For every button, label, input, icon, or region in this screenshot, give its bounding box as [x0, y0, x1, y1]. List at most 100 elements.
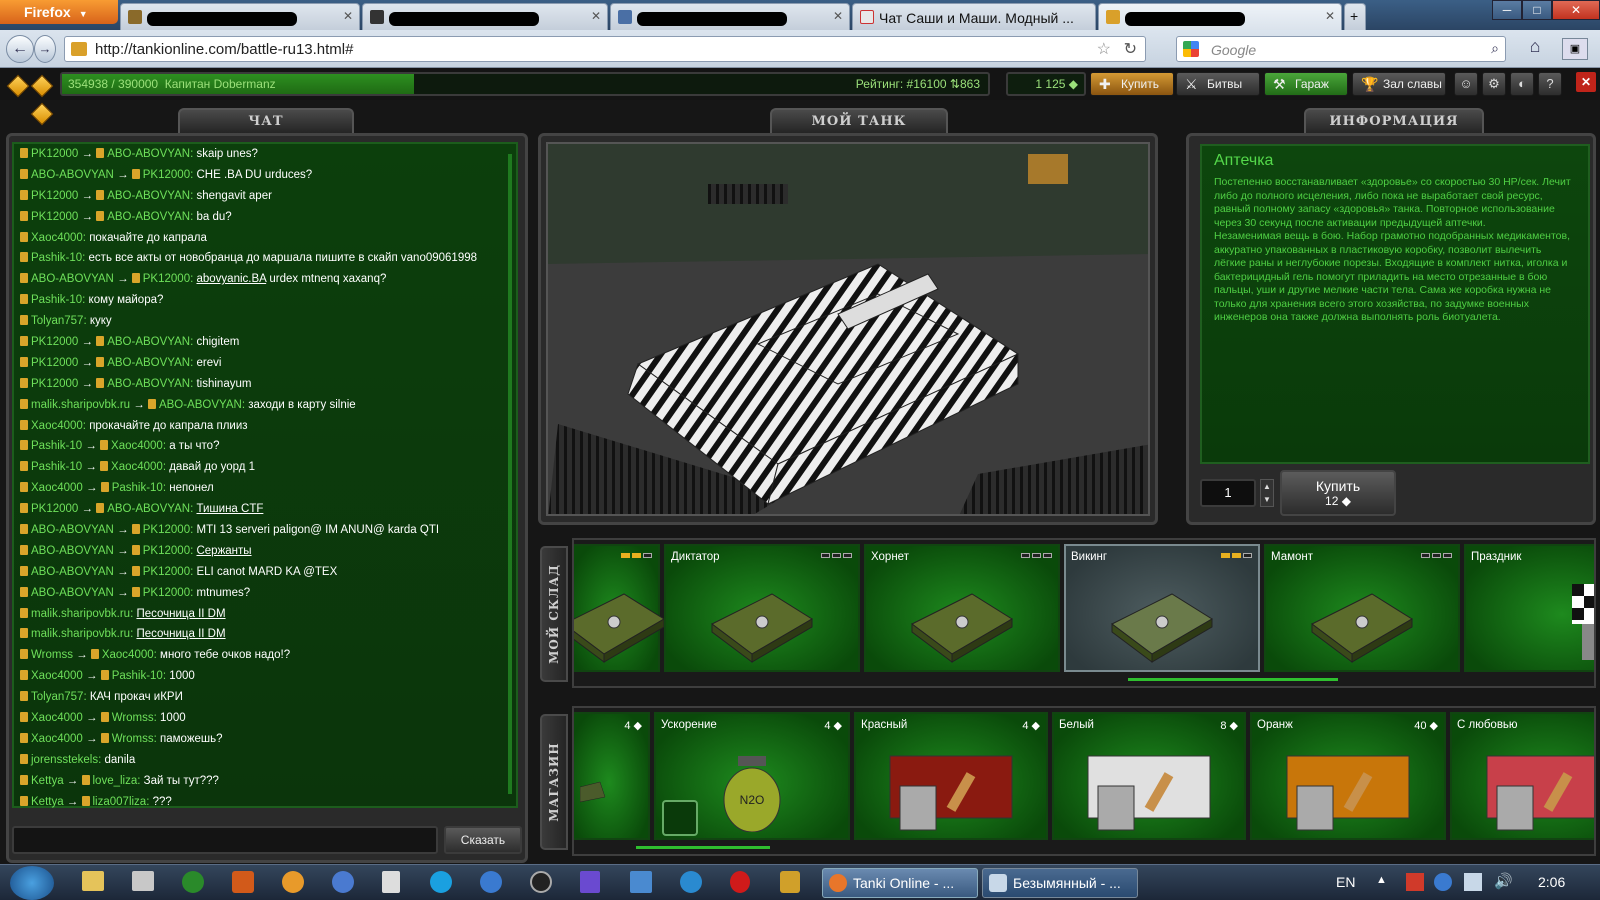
buy-crystals-button[interactable]: ✚ Купить — [1090, 72, 1174, 96]
chat-sender[interactable]: Xaoc4000 — [31, 482, 83, 494]
opera-icon[interactable] — [730, 871, 750, 893]
garage-button[interactable]: ⚒ Гараж — [1264, 72, 1348, 96]
warehouse-carousel[interactable]: Диктатор Хорнет Викинг Мамонт Праздник — [572, 538, 1596, 688]
tab-chat[interactable]: ЧАТ — [178, 108, 354, 134]
chat-recipient[interactable]: ABO-ABOVYAN — [107, 148, 190, 160]
ie-icon[interactable] — [680, 871, 702, 893]
battles-button[interactable]: ⚔ Битвы — [1176, 72, 1260, 96]
search-icon[interactable]: ⌕ — [1491, 40, 1499, 57]
warehouse-item[interactable] — [574, 544, 665, 672]
browser-tab[interactable]: ✕ — [120, 3, 360, 30]
chat-sender[interactable]: Xaoc4000 — [31, 420, 83, 432]
chat-recipient[interactable]: love_liza — [93, 775, 138, 787]
chat-sender[interactable]: PK12000 — [31, 190, 78, 202]
chat-sender[interactable]: PK12000 — [31, 503, 78, 515]
chat-recipient[interactable]: ABO-ABOVYAN — [159, 399, 242, 411]
chat-messages[interactable]: PK12000 → ABO-ABOVYAN: skaip unes? ABO-AB… — [12, 142, 518, 808]
chat-sender[interactable]: ABO-ABOVYAN — [31, 566, 114, 578]
chat-sender[interactable]: ABO-ABOVYAN — [31, 587, 114, 599]
chat-sender[interactable]: ABO-ABOVYAN — [31, 169, 114, 181]
chat-recipient[interactable]: ABO-ABOVYAN — [107, 211, 190, 223]
chat-recipient[interactable]: PK12000 — [143, 545, 190, 557]
settings-gear-icon[interactable]: ⚙ — [1482, 72, 1506, 96]
chat-recipient[interactable]: PK12000 — [143, 169, 190, 181]
window-close-button[interactable]: ✕ — [1552, 0, 1600, 20]
chat-recipient[interactable]: Pashik-10 — [112, 482, 163, 494]
close-icon[interactable]: ✕ — [1325, 9, 1335, 23]
chat-sender[interactable]: Pashik-10 — [31, 252, 82, 264]
chat-recipient[interactable]: PK12000 — [143, 566, 190, 578]
chat-input[interactable] — [12, 826, 438, 854]
app-icon[interactable] — [530, 871, 552, 893]
browser-tab[interactable]: Чат Саши и Маши. Модный ... — [852, 3, 1096, 30]
browser-tab-active[interactable]: ✕ — [1098, 3, 1342, 30]
explorer-icon[interactable] — [82, 871, 104, 891]
chat-scrollbar[interactable] — [508, 154, 512, 794]
chat-recipient[interactable]: ABO-ABOVYAN — [107, 357, 190, 369]
chat-sender[interactable]: Kettya — [31, 796, 64, 808]
search-input[interactable]: Google ⌕ — [1176, 36, 1506, 62]
shop-carousel[interactable]: 4 ◆ Ускорение 4 ◆ N2O Красный 4 ◆ Белый 8 ◆ Оран… — [572, 706, 1596, 856]
chat-sender[interactable]: malik.sharipovbk.ru — [31, 628, 130, 640]
chat-text[interactable]: Тишина CTF — [196, 503, 263, 515]
firefox-menu-button[interactable]: Firefox ▼ — [0, 0, 118, 24]
chat-recipient[interactable]: ABO-ABOVYAN — [107, 336, 190, 348]
start-button[interactable] — [10, 866, 54, 900]
chat-sender[interactable]: Tolyan757 — [31, 315, 83, 327]
say-button[interactable]: Сказать — [444, 826, 522, 854]
app-icon[interactable] — [232, 871, 254, 893]
chat-recipient[interactable]: ABO-ABOVYAN — [107, 378, 190, 390]
chat-text[interactable]: abovyanic.BA — [196, 273, 266, 285]
media-icon[interactable] — [132, 871, 154, 891]
chat-recipient[interactable]: Wromss — [112, 712, 154, 724]
browser-tab[interactable]: ✕ — [610, 3, 850, 30]
chat-recipient[interactable]: Xaoc4000 — [102, 649, 154, 661]
chat-sender[interactable]: Pashik-10 — [31, 294, 82, 306]
app-icon[interactable] — [780, 871, 800, 893]
shop-item[interactable]: Белый 8 ◆ — [1052, 712, 1246, 840]
chat-sender[interactable]: Kettya — [31, 775, 64, 787]
app-icon[interactable] — [332, 871, 354, 893]
chat-sender[interactable]: PK12000 — [31, 378, 78, 390]
tray-icon[interactable] — [1434, 873, 1452, 891]
chat-sender[interactable]: malik.sharipovbk.ru — [31, 399, 130, 411]
address-bar[interactable]: http://tankionline.com/battle-ru13.html#… — [64, 36, 1146, 62]
warehouse-item[interactable]: Хорнет — [864, 544, 1060, 672]
chat-sender[interactable]: PK12000 — [31, 336, 78, 348]
chat-text[interactable]: Песочница II DM — [136, 608, 225, 620]
chat-recipient[interactable]: Wromss — [112, 733, 154, 745]
sound-icon[interactable]: ◐ — [1510, 72, 1534, 96]
chat-sender[interactable]: PK12000 — [31, 357, 78, 369]
skype-icon[interactable] — [430, 871, 452, 893]
tray-expand-icon[interactable]: ▲ — [1376, 874, 1387, 886]
shop-item[interactable]: 4 ◆ — [574, 712, 650, 840]
volume-icon[interactable]: 🔊 — [1494, 872, 1513, 890]
chat-recipient[interactable]: PK12000 — [143, 273, 190, 285]
chat-sender[interactable]: PK12000 — [31, 148, 78, 160]
chat-sender[interactable]: Pashik-10 — [31, 461, 82, 473]
warehouse-scrollbar[interactable] — [1128, 678, 1338, 681]
buy-item-button[interactable]: Купить 12 ◆ — [1280, 470, 1396, 516]
chat-sender[interactable]: ABO-ABOVYAN — [31, 273, 114, 285]
chat-sender[interactable]: ABO-ABOVYAN — [31, 545, 114, 557]
shop-item[interactable]: Оранж 40 ◆ — [1250, 712, 1446, 840]
chat-recipient[interactable]: Pashik-10 — [112, 670, 163, 682]
back-button[interactable]: ← — [6, 35, 34, 63]
friends-icon[interactable]: ☺ — [1454, 72, 1478, 96]
browser-tab[interactable]: ✕ — [362, 3, 608, 30]
forward-button[interactable]: → — [34, 35, 56, 63]
exit-icon[interactable]: ✕ — [1576, 72, 1596, 92]
language-indicator[interactable]: EN — [1336, 874, 1355, 890]
notepad-icon[interactable] — [382, 871, 400, 893]
new-tab-button[interactable]: + — [1344, 3, 1366, 30]
warehouse-item[interactable]: Диктатор — [664, 544, 860, 672]
chat-recipient[interactable]: PK12000 — [143, 524, 190, 536]
chat-recipient[interactable]: liza007liza — [93, 796, 147, 808]
close-icon[interactable]: ✕ — [343, 9, 353, 23]
warehouse-item[interactable]: Праздник — [1464, 544, 1594, 672]
maximize-button[interactable]: □ — [1522, 0, 1552, 20]
clock[interactable]: 2:06 — [1538, 874, 1565, 890]
home-icon[interactable]: ⌂ — [1522, 36, 1548, 62]
minimize-button[interactable]: ─ — [1492, 0, 1522, 20]
chat-sender[interactable]: PK12000 — [31, 211, 78, 223]
